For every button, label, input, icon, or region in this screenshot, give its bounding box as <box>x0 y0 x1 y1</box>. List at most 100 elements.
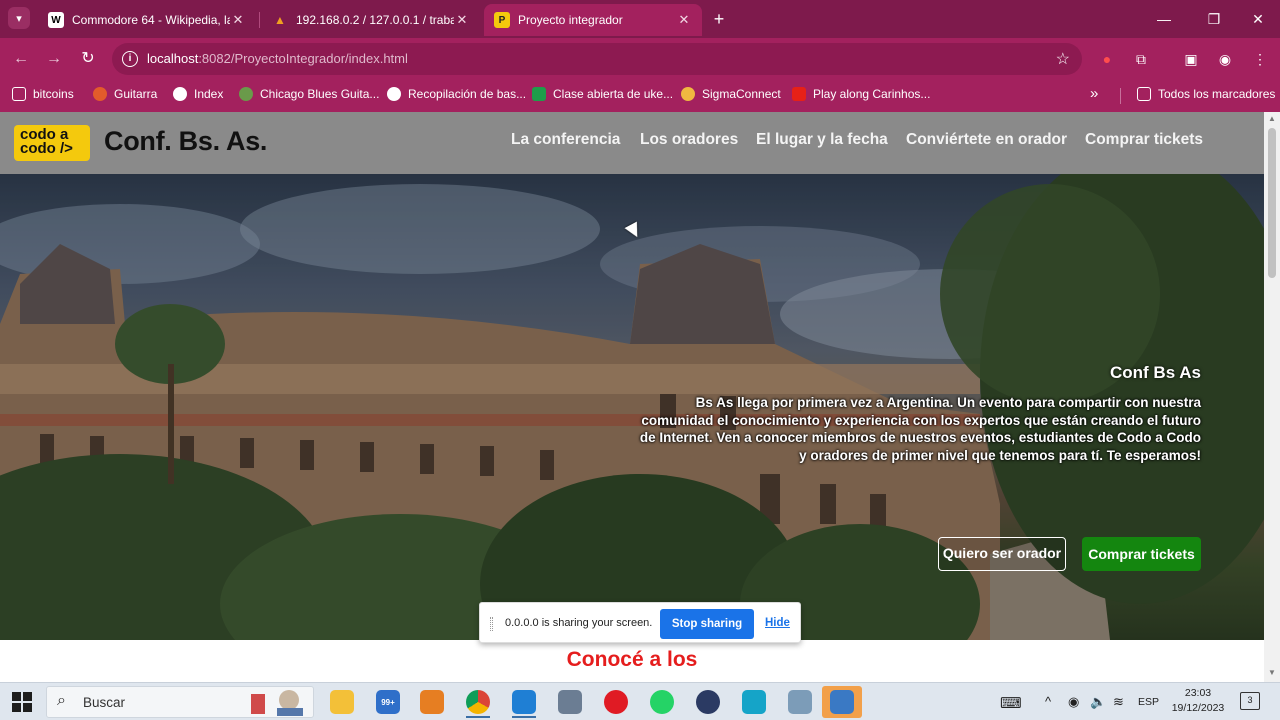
chrome-icon <box>466 690 490 714</box>
more-bookmarks-icon[interactable]: » <box>1090 85 1098 102</box>
site-icon <box>239 87 253 101</box>
search-highlight-art-icon <box>251 690 303 716</box>
bookmark-clase-abierta[interactable]: Clase abierta de uke... <box>532 87 673 101</box>
page-viewport: codo a codo /> Conf. Bs. As. La conferen… <box>0 112 1280 682</box>
scrollbar-thumb[interactable] <box>1268 128 1276 278</box>
drag-handle-icon[interactable] <box>490 617 493 631</box>
reload-icon[interactable]: ↻ <box>77 48 99 70</box>
taskbar-photos[interactable] <box>780 686 820 718</box>
address-bar[interactable]: i localhost:8082/ProyectoIntegrador/inde… <box>112 43 1082 75</box>
oradores-section-heading: Conocé a los <box>566 648 698 671</box>
globe-icon <box>173 87 187 101</box>
extension-icon[interactable]: ● <box>1097 49 1117 69</box>
app-icon <box>742 690 766 714</box>
bookmark-chicago-blues[interactable]: Chicago Blues Guita... <box>239 87 379 101</box>
taskbar-app-3[interactable] <box>734 686 774 718</box>
keyboard-icon[interactable]: ⌨ <box>1000 694 1022 712</box>
quiero-ser-orador-button[interactable]: Quiero ser orador <box>938 537 1066 571</box>
hero-title: Conf Bs As <box>1110 363 1201 382</box>
taskbar-mail[interactable]: 99+ <box>368 686 408 718</box>
browser-titlebar: ▾ W Commodore 64 - Wikipedia, la ✕ ▲ 192… <box>0 0 1280 38</box>
taskbar-chrome[interactable] <box>458 686 498 718</box>
bookmark-sigmaconnect[interactable]: SigmaConnect <box>681 87 781 101</box>
close-window-icon[interactable]: ✕ <box>1247 8 1269 30</box>
taskbar-whatsapp[interactable] <box>642 686 682 718</box>
screen-share-icon <box>830 690 854 714</box>
nav-los-oradores[interactable]: Los oradores <box>640 131 738 149</box>
hero-banner: Conf Bs As Bs As llega por primera vez a… <box>0 174 1264 640</box>
sigma-icon <box>681 87 695 101</box>
bookmark-guitarra[interactable]: Guitarra <box>93 87 157 101</box>
meet-now-icon[interactable]: ◉ <box>1068 694 1079 710</box>
nav-comprar-tickets[interactable]: Comprar tickets <box>1085 131 1203 149</box>
nav-la-conferencia[interactable]: La conferencia <box>511 131 620 149</box>
close-tab-icon[interactable]: ✕ <box>454 12 470 28</box>
clock-time: 23:03 <box>1184 687 1212 699</box>
all-bookmarks-folder[interactable]: Todos los marcadores <box>1137 87 1275 101</box>
folder-icon <box>330 690 354 714</box>
site-header: codo a codo /> Conf. Bs. As. La conferen… <box>0 112 1264 174</box>
taskbar-opera[interactable] <box>596 686 636 718</box>
restore-icon[interactable]: ❐ <box>1203 8 1225 30</box>
taskbar-file-explorer[interactable] <box>322 686 362 718</box>
wifi-icon[interactable]: ≋ <box>1113 694 1124 710</box>
tab-title: Proyecto integrador <box>518 13 623 27</box>
comprar-tickets-button[interactable]: Comprar tickets <box>1082 537 1201 571</box>
close-tab-icon[interactable]: ✕ <box>230 12 246 28</box>
tab-wikipedia[interactable]: W Commodore 64 - Wikipedia, la ✕ <box>38 4 256 36</box>
tab-title: 192.168.0.2 / 127.0.0.1 / trabajo <box>296 13 454 27</box>
stop-sharing-button[interactable]: Stop sharing <box>660 609 754 639</box>
url-text: localhost:8082/ProyectoIntegrador/index.… <box>147 51 408 66</box>
taskbar-app[interactable] <box>550 686 590 718</box>
taskbar-vscode[interactable] <box>504 686 544 718</box>
app-icon <box>558 690 582 714</box>
hide-share-bar-link[interactable]: Hide <box>765 617 790 629</box>
bookmark-recopilacion[interactable]: Recopilación de bas... <box>387 87 526 101</box>
minimize-icon[interactable]: — <box>1153 8 1175 30</box>
profile-avatar[interactable]: ◉ <box>1215 49 1235 69</box>
nav-conviertete-orador[interactable]: Conviértete en orador <box>906 131 1067 149</box>
volume-icon[interactable]: 🔈 <box>1090 694 1106 710</box>
scroll-down-arrow-icon[interactable]: ▼ <box>1268 669 1276 677</box>
taskbar-search[interactable]: ⌕ Buscar <box>46 686 314 718</box>
media-player-icon <box>420 690 444 714</box>
extensions-puzzle-icon[interactable]: ⧉ <box>1131 49 1151 69</box>
bookmark-play-along[interactable]: Play along Carinhos... <box>792 87 930 101</box>
opera-icon <box>604 690 628 714</box>
tab-search-button[interactable]: ▾ <box>8 7 30 29</box>
windows-start-icon[interactable] <box>12 692 32 712</box>
show-hidden-icons-icon[interactable]: ^ <box>1045 694 1051 709</box>
language-indicator[interactable]: ESP <box>1138 696 1159 708</box>
menu-kebab-icon[interactable]: ⋮ <box>1250 49 1270 69</box>
site-info-icon[interactable]: i <box>122 51 138 67</box>
close-tab-icon[interactable]: ✕ <box>676 12 692 28</box>
photos-icon <box>788 690 812 714</box>
new-tab-button[interactable]: + <box>708 8 730 30</box>
windows-taskbar: ⌕ Buscar 99+ ⌨ ^ ◉ 🔈 ≋ ESP 23:03 19/12/2… <box>0 682 1280 720</box>
taskbar-media[interactable] <box>412 686 452 718</box>
side-panel-icon[interactable]: ▣ <box>1181 49 1201 69</box>
site-title[interactable]: Conf. Bs. As. <box>104 126 267 157</box>
bookmark-star-icon[interactable]: ☆ <box>1056 49 1070 69</box>
globe-icon <box>387 87 401 101</box>
tab-phpmyadmin[interactable]: ▲ 192.168.0.2 / 127.0.0.1 / trabajo ✕ <box>262 4 480 36</box>
taskbar-clock[interactable]: 23:03 19/12/2023 <box>1168 686 1228 716</box>
notifications-icon[interactable]: 3 <box>1240 692 1260 710</box>
app-icon <box>696 690 720 714</box>
phpmyadmin-favicon-icon: ▲ <box>274 13 286 27</box>
codo-a-codo-logo[interactable]: codo a codo /> <box>14 125 90 161</box>
bookmark-index[interactable]: Index <box>173 87 223 101</box>
hero-description: Bs As llega por primera vez a Argentina.… <box>639 395 1201 463</box>
bookmark-bitcoins[interactable]: bitcoins <box>12 87 74 101</box>
taskbar-app-2[interactable] <box>688 686 728 718</box>
vscode-icon <box>512 690 536 714</box>
back-icon[interactable]: ← <box>10 48 32 70</box>
scroll-up-arrow-icon[interactable]: ▲ <box>1268 115 1276 123</box>
search-icon: ⌕ <box>57 692 66 709</box>
tab-proyecto-integrador[interactable]: P Proyecto integrador ✕ <box>484 4 702 36</box>
search-placeholder: Buscar <box>83 695 126 710</box>
forward-icon[interactable]: → <box>43 48 65 70</box>
page-scrollbar[interactable]: ▲ ▼ <box>1264 112 1280 682</box>
taskbar-screen-share[interactable] <box>822 686 862 718</box>
nav-lugar-fecha[interactable]: El lugar y la fecha <box>756 131 888 149</box>
